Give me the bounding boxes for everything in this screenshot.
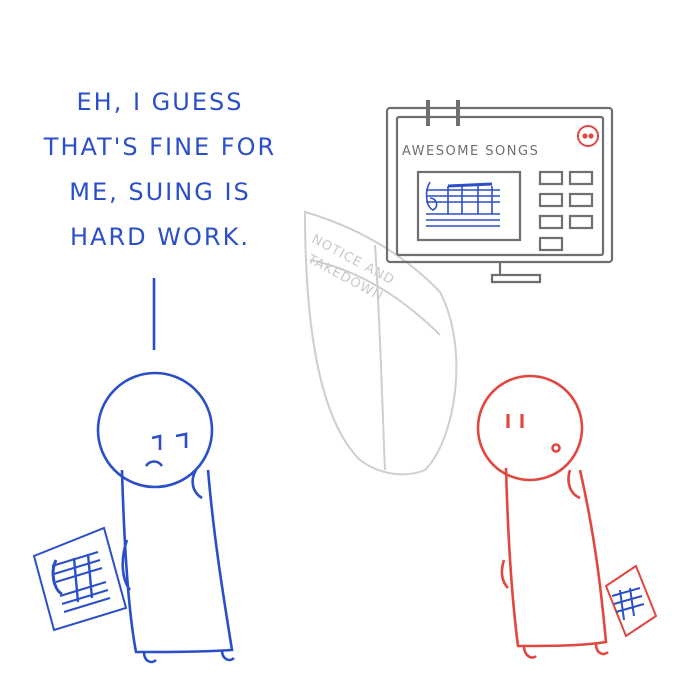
speech-line-4: HARD WORK. (70, 223, 250, 251)
close-icon (577, 125, 599, 147)
speech-line-1: EH, I GUESS (76, 88, 244, 116)
speech-bubble-text: EH, I GUESS THAT'S FINE FOR ME, SUING IS… (20, 80, 300, 260)
monitor-title: AWESOME SONGS (402, 144, 540, 159)
red-stick-character (476, 374, 609, 659)
comic-panel: EH, I GUESS THAT'S FINE FOR ME, SUING IS… (0, 0, 700, 700)
sheet-music-paper (32, 526, 128, 632)
speech-line-2: THAT'S FINE FOR (43, 133, 277, 161)
sheet-music-icon (425, 181, 500, 227)
speech-line-3: ME, SUING IS (69, 178, 251, 206)
computer-monitor (385, 100, 614, 284)
blue-stick-character (96, 278, 235, 664)
